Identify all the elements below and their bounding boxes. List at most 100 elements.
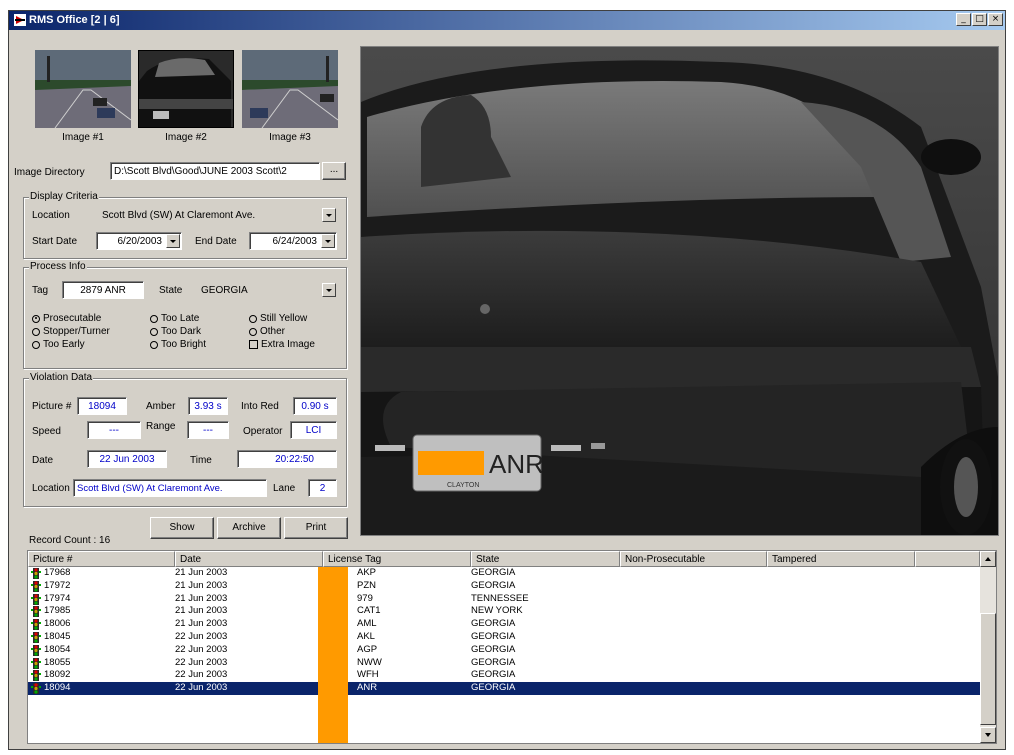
- print-button[interactable]: Print: [284, 517, 348, 539]
- chevron-down-icon[interactable]: [166, 234, 180, 248]
- table-row[interactable]: 18055 22 Jun 2003 NWW GEORGIA: [28, 657, 980, 670]
- column-tampered[interactable]: Tampered: [767, 551, 915, 567]
- plate-county: CLAYTON: [447, 482, 479, 489]
- radio-too-dark-label: Too Dark: [161, 326, 202, 337]
- thumbnail-label-1: Image #1: [62, 132, 104, 143]
- start-date-picker[interactable]: 6/20/2003: [96, 232, 182, 250]
- title-bar[interactable]: RMS Office [2 | 6] _ □ ×: [9, 11, 1005, 30]
- cell-state: GEORGIA: [471, 618, 516, 630]
- table-row[interactable]: 18094 22 Jun 2003 ANR GEORGIA: [28, 682, 980, 695]
- chevron-down-icon[interactable]: [322, 283, 336, 297]
- cell-date: 22 Jun 2003: [175, 643, 228, 655]
- table-row[interactable]: 18045 22 Jun 2003 AKL GEORGIA: [28, 631, 980, 644]
- show-button[interactable]: Show: [150, 517, 214, 539]
- chevron-down-icon[interactable]: [321, 234, 335, 248]
- cell-date: 22 Jun 2003: [175, 630, 228, 642]
- time-label: Time: [190, 455, 212, 466]
- radio-too-early[interactable]: Too Early: [32, 339, 85, 350]
- violation-image-viewer[interactable]: ANR CLAYTON: [360, 46, 999, 536]
- list-rows: 17968 21 Jun 2003 AKP GEORGIA 17972 21 Jun 20…: [28, 567, 980, 695]
- arrow-up-icon: [985, 557, 991, 561]
- tag-label: Tag: [32, 285, 49, 296]
- lane-field: 2: [308, 479, 337, 497]
- cell-date: 21 Jun 2003: [175, 567, 228, 578]
- image-directory-field[interactable]: D:\Scott Blvd\Good\JUNE 2003 Scott\2: [110, 162, 320, 180]
- radio-still-yellow[interactable]: Still Yellow: [249, 313, 307, 324]
- browse-button[interactable]: ...: [322, 162, 346, 180]
- vertical-scrollbar[interactable]: [980, 551, 996, 743]
- location-select[interactable]: Scott Blvd (SW) At Claremont Ave.: [98, 206, 338, 224]
- thumbnail-label-3: Image #3: [269, 132, 311, 143]
- cell-date: 21 Jun 2003: [175, 618, 228, 630]
- traffic-light-icon: [31, 644, 41, 656]
- radio-icon: [150, 314, 158, 323]
- radio-other-label: Other: [260, 326, 286, 337]
- column-state[interactable]: State: [471, 551, 620, 567]
- radio-too-bright[interactable]: Too Bright: [150, 339, 206, 350]
- cell-picture: 18094: [44, 682, 71, 694]
- close-button[interactable]: ×: [988, 13, 1003, 26]
- thumbnail-image-2[interactable]: [138, 50, 234, 128]
- checkbox-extra-image[interactable]: Extra Image: [249, 339, 315, 350]
- cell-tag: PZN: [357, 579, 376, 591]
- cell-picture: 18054: [44, 643, 71, 655]
- table-row[interactable]: 17974 21 Jun 2003 979 TENNESSEE: [28, 593, 980, 606]
- cell-state: GEORGIA: [471, 656, 516, 668]
- table-row[interactable]: 18092 22 Jun 2003 WFH GEORGIA: [28, 669, 980, 682]
- scroll-up-button[interactable]: [980, 551, 996, 567]
- thumbnail-image-3[interactable]: [242, 50, 338, 128]
- maximize-button[interactable]: □: [972, 13, 987, 26]
- end-date-picker[interactable]: 6/24/2003: [249, 232, 337, 250]
- radio-too-late[interactable]: Too Late: [150, 313, 199, 324]
- radio-icon: [150, 340, 158, 349]
- scroll-down-button[interactable]: [980, 727, 996, 743]
- radio-other[interactable]: Other: [249, 326, 285, 337]
- cell-state: GEORGIA: [471, 567, 516, 578]
- violation-location-label: Location: [32, 483, 70, 494]
- records-list[interactable]: Picture # Date License Tag State Non-Pro…: [27, 550, 997, 744]
- column-license-tag[interactable]: License Tag: [323, 551, 471, 567]
- traffic-light-icon: [31, 683, 41, 695]
- state-select[interactable]: GEORGIA: [197, 281, 338, 299]
- display-criteria-title: Display Criteria: [29, 191, 99, 202]
- cell-state: TENNESSEE: [471, 592, 529, 604]
- cell-picture: 17974: [44, 592, 71, 604]
- end-date-label: End Date: [195, 236, 237, 247]
- radio-too-early-label: Too Early: [43, 339, 85, 350]
- radio-icon: [32, 340, 40, 349]
- range-field: ---: [187, 421, 229, 439]
- image-directory-label: Image Directory: [14, 167, 85, 178]
- chevron-down-icon[interactable]: [322, 208, 336, 222]
- checkbox-extra-image-label: Extra Image: [261, 339, 315, 350]
- radio-stopper-turner[interactable]: Stopper/Turner: [32, 326, 110, 337]
- cell-tag: NWW: [357, 656, 382, 668]
- radio-icon: [249, 314, 257, 323]
- cell-picture: 18045: [44, 630, 71, 642]
- table-row[interactable]: 17972 21 Jun 2003 PZN GEORGIA: [28, 580, 980, 593]
- column-date[interactable]: Date: [175, 551, 323, 567]
- cell-picture: 18092: [44, 669, 71, 681]
- cell-tag: AML: [357, 618, 377, 630]
- archive-button[interactable]: Archive: [217, 517, 281, 539]
- location-label: Location: [32, 210, 70, 221]
- column-picture[interactable]: Picture #: [28, 551, 175, 567]
- plate-text: ANR: [489, 449, 544, 479]
- cell-tag: AKL: [357, 630, 375, 642]
- table-row[interactable]: 18054 22 Jun 2003 AGP GEORGIA: [28, 644, 980, 657]
- table-row[interactable]: 17968 21 Jun 2003 AKP GEORGIA: [28, 567, 980, 580]
- scroll-thumb[interactable]: [980, 613, 996, 725]
- column-non-prosecutable[interactable]: Non-Prosecutable: [620, 551, 767, 567]
- radio-stopper-turner-label: Stopper/Turner: [43, 326, 110, 337]
- checkbox-icon: [249, 340, 258, 349]
- table-row[interactable]: 18006 21 Jun 2003 AML GEORGIA: [28, 618, 980, 631]
- table-row[interactable]: 17985 21 Jun 2003 CAT1 NEW YORK: [28, 605, 980, 618]
- column-filler: [915, 551, 980, 567]
- tag-field[interactable]: 2879 ANR: [62, 281, 144, 299]
- cell-date: 22 Jun 2003: [175, 682, 228, 694]
- cell-picture: 18055: [44, 656, 71, 668]
- thumbnail-image-1[interactable]: [35, 50, 131, 128]
- minimize-button[interactable]: _: [956, 13, 971, 26]
- radio-too-dark[interactable]: Too Dark: [150, 326, 201, 337]
- cell-date: 21 Jun 2003: [175, 579, 228, 591]
- radio-prosecutable[interactable]: Prosecutable: [32, 313, 101, 324]
